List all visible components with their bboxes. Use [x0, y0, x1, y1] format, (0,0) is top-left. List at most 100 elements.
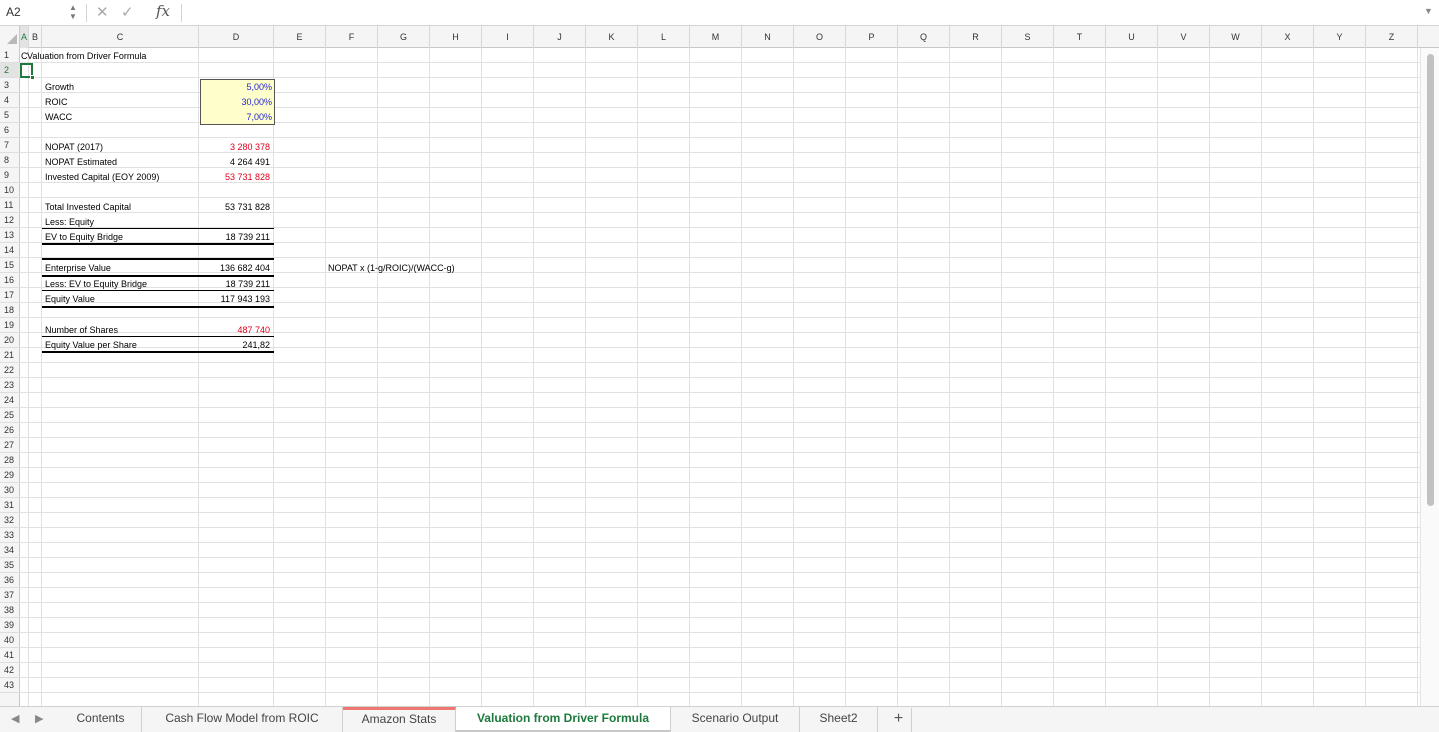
row-header-38[interactable]: 38 [0, 603, 20, 618]
prev-sheet-icon[interactable]: ◀ [11, 712, 19, 725]
add-sheet-button[interactable]: + [886, 708, 912, 732]
tab-cash-flow-model-from-roic[interactable]: Cash Flow Model from ROIC [142, 707, 343, 732]
number-of-shares-value[interactable]: 487 740 [200, 323, 270, 337]
row-header-5[interactable]: 5 [0, 108, 20, 123]
wacc-input[interactable]: 7,00% [202, 110, 272, 124]
column-header-i[interactable]: I [482, 26, 534, 48]
nopat-estimated-value[interactable]: 4 264 491 [200, 155, 270, 169]
column-header-d[interactable]: D [199, 26, 274, 48]
less-equity-value[interactable] [200, 215, 270, 229]
row-header-25[interactable]: 25 [0, 408, 20, 423]
column-header-z[interactable]: Z [1366, 26, 1418, 48]
row-header-20[interactable]: 20 [0, 333, 20, 348]
row-header-40[interactable]: 40 [0, 633, 20, 648]
row-header-8[interactable]: 8 [0, 153, 20, 168]
row-header-24[interactable]: 24 [0, 393, 20, 408]
row-header-13[interactable]: 13 [0, 228, 20, 243]
scrollbar-thumb[interactable] [1427, 54, 1434, 506]
tab-contents[interactable]: Contents [60, 707, 142, 732]
enterprise-value-value[interactable]: 136 682 404 [200, 261, 270, 275]
column-header-q[interactable]: Q [898, 26, 950, 48]
column-header-e[interactable]: E [274, 26, 326, 48]
row-header-30[interactable]: 30 [0, 483, 20, 498]
cell-area[interactable]: C Valuation from Driver Formula Growth 5… [20, 48, 1420, 706]
spreadsheet-grid[interactable]: ABCDEFGHIJKLMNOPQRSTUVWXYZ 1 2 3 4 5 6 7 8 9 10 11… [0, 26, 1439, 706]
column-header-j[interactable]: J [534, 26, 586, 48]
column-header-x[interactable]: X [1262, 26, 1314, 48]
enter-icon[interactable]: ✓ [121, 3, 134, 21]
row-header-33[interactable]: 33 [0, 528, 20, 543]
cancel-icon[interactable]: ✕ [96, 3, 109, 21]
row-header-43[interactable]: 43 [0, 678, 20, 693]
row-header-36[interactable]: 36 [0, 573, 20, 588]
row-header-21[interactable]: 21 [0, 348, 20, 363]
formula-input[interactable] [186, 3, 1416, 23]
column-header-w[interactable]: W [1210, 26, 1262, 48]
row-header-16[interactable]: 16 [0, 273, 20, 288]
column-header-p[interactable]: P [846, 26, 898, 48]
column-header-a[interactable]: A [20, 26, 29, 48]
row-header-39[interactable]: 39 [0, 618, 20, 633]
column-header-c[interactable]: C [42, 26, 199, 48]
column-header-k[interactable]: K [586, 26, 638, 48]
row-header-1[interactable]: 1 [0, 48, 20, 63]
row-header-14[interactable]: 14 [0, 243, 20, 258]
row-header-31[interactable]: 31 [0, 498, 20, 513]
column-header-s[interactable]: S [1002, 26, 1054, 48]
select-all-button[interactable] [0, 26, 20, 48]
vertical-scrollbar[interactable] [1420, 48, 1439, 706]
row-header-42[interactable]: 42 [0, 663, 20, 678]
column-header-u[interactable]: U [1106, 26, 1158, 48]
name-box[interactable]: A2 [0, 0, 66, 25]
column-header-b[interactable]: B [29, 26, 42, 48]
name-box-stepper-icon[interactable]: ▲ ▼ [66, 3, 80, 22]
row-header-12[interactable]: 12 [0, 213, 20, 228]
row-header-29[interactable]: 29 [0, 468, 20, 483]
row-header-23[interactable]: 23 [0, 378, 20, 393]
column-header-f[interactable]: F [326, 26, 378, 48]
equity-value-value[interactable]: 117 943 193 [200, 292, 270, 306]
row-header-19[interactable]: 19 [0, 318, 20, 333]
column-header-o[interactable]: O [794, 26, 846, 48]
less-bridge-value[interactable]: 18 739 211 [200, 277, 270, 291]
column-header-h[interactable]: H [430, 26, 482, 48]
column-header-y[interactable]: Y [1314, 26, 1366, 48]
row-header-3[interactable]: 3 [0, 78, 20, 93]
row-header-15[interactable]: 15 [0, 258, 20, 273]
row-header-35[interactable]: 35 [0, 558, 20, 573]
row-header-17[interactable]: 17 [0, 288, 20, 303]
row-header-7[interactable]: 7 [0, 138, 20, 153]
roic-input[interactable]: 30,00% [202, 95, 272, 109]
column-header-n[interactable]: N [742, 26, 794, 48]
row-header-18[interactable]: 18 [0, 303, 20, 318]
tab-sheet2[interactable]: Sheet2 [800, 707, 878, 732]
row-header-26[interactable]: 26 [0, 423, 20, 438]
column-header-l[interactable]: L [638, 26, 690, 48]
row-header-9[interactable]: 9 [0, 168, 20, 183]
next-sheet-icon[interactable]: ▶ [35, 712, 43, 725]
nopat-2017-value[interactable]: 3 280 378 [200, 140, 270, 154]
tab-amazon-stats[interactable]: Amazon Stats [343, 707, 456, 732]
growth-input[interactable]: 5,00% [202, 80, 272, 94]
column-header-r[interactable]: R [950, 26, 1002, 48]
insert-function-icon[interactable]: fx [156, 2, 170, 20]
column-header-m[interactable]: M [690, 26, 742, 48]
chevron-down-icon[interactable]: ▼ [1424, 6, 1433, 16]
row-header-10[interactable]: 10 [0, 183, 20, 198]
equity-value-per-share-value[interactable]: 241,82 [200, 338, 270, 352]
row-header-2[interactable]: 2 [0, 63, 20, 78]
tab-valuation-from-driver-formula[interactable]: Valuation from Driver Formula [456, 707, 671, 732]
column-header-t[interactable]: T [1054, 26, 1106, 48]
row-header-41[interactable]: 41 [0, 648, 20, 663]
row-header-6[interactable]: 6 [0, 123, 20, 138]
row-header-28[interactable]: 28 [0, 453, 20, 468]
row-header-4[interactable]: 4 [0, 93, 20, 108]
row-header-32[interactable]: 32 [0, 513, 20, 528]
ev-equity-bridge-value[interactable]: 18 739 211 [200, 230, 270, 244]
row-header-37[interactable]: 37 [0, 588, 20, 603]
total-invested-capital-value[interactable]: 53 731 828 [200, 200, 270, 214]
column-header-v[interactable]: V [1158, 26, 1210, 48]
row-header-34[interactable]: 34 [0, 543, 20, 558]
column-header-g[interactable]: G [378, 26, 430, 48]
row-header-27[interactable]: 27 [0, 438, 20, 453]
